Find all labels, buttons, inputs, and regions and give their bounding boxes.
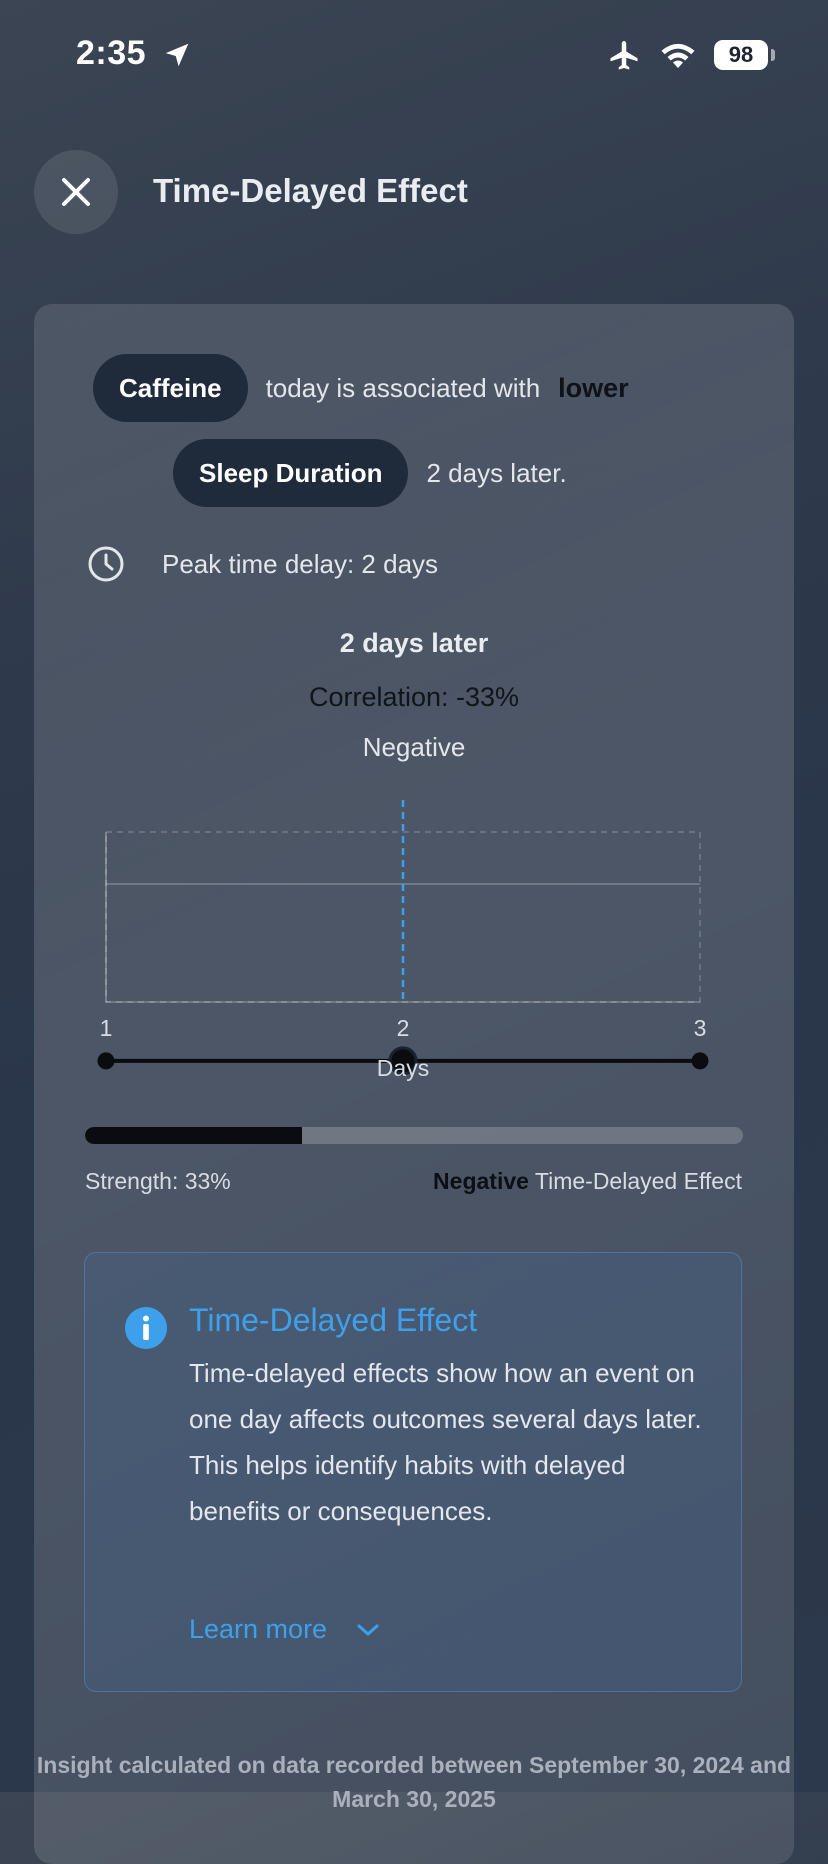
selected-lag-title: 2 days later <box>339 628 489 658</box>
footer-date-range: Insight calculated on data recorded betw… <box>36 1752 792 1812</box>
effect-type-bold: Negative <box>433 1168 529 1194</box>
location-arrow-icon <box>165 43 189 67</box>
battery-icon: 98 <box>714 40 768 70</box>
status-time: 2:35 <box>76 34 147 72</box>
battery-tip <box>771 49 775 61</box>
clock-icon <box>88 546 124 582</box>
x-axis-label: Days <box>377 1055 429 1081</box>
peak-delay-text: Peak time delay: 2 days <box>162 548 439 579</box>
wifi-icon <box>661 43 695 68</box>
info-icon <box>125 1307 167 1349</box>
battery-level: 98 <box>728 42 754 67</box>
close-button[interactable] <box>34 150 118 234</box>
info-title: Time-Delayed Effect <box>189 1302 478 1338</box>
sentence-row-2: Sleep Duration 2 days later. <box>173 439 567 507</box>
effect-pill[interactable]: Sleep Duration <box>173 439 409 507</box>
learn-more-label: Learn more <box>189 1614 328 1644</box>
sentence-row-1: Caffeine today is associated with lower <box>93 354 629 422</box>
chart-plot-frame <box>105 831 701 1003</box>
effect-type-label: Negative Time-Delayed Effect <box>433 1168 742 1195</box>
peak-delay-row: Peak time delay: 2 days <box>86 544 438 584</box>
cause-pill[interactable]: Caffeine <box>93 354 248 422</box>
direction-word: lower <box>558 372 629 403</box>
learn-more-button[interactable]: Learn more <box>189 1614 381 1645</box>
chevron-down-icon <box>357 1624 379 1635</box>
data-point[interactable] <box>691 1052 709 1070</box>
data-point[interactable] <box>97 1052 115 1070</box>
time-delay-chart[interactable]: 1 2 3 Days <box>0 800 828 1090</box>
x-tick-label: 2 <box>397 1015 410 1041</box>
effect-type-rest: Time-Delayed Effect <box>534 1168 742 1194</box>
strength-bar-fill <box>85 1127 303 1144</box>
x-tick-label: 3 <box>694 1015 707 1041</box>
airplane-icon <box>610 41 638 70</box>
info-body: Time-delayed effects show how an event o… <box>189 1358 702 1526</box>
strength-bar <box>85 1127 743 1144</box>
status-bar: 2:35 98 <box>0 0 828 110</box>
sentence-connector: today is associated with <box>265 372 541 403</box>
direction-text: Negative <box>362 732 466 762</box>
close-icon <box>62 178 90 206</box>
x-tick-label: 1 <box>100 1015 113 1041</box>
strength-label: Strength: 33% <box>85 1168 231 1194</box>
page-title: Time-Delayed Effect <box>153 172 468 209</box>
delay-text: 2 days later. <box>426 457 567 488</box>
correlation-text: Correlation: -33% <box>308 682 520 712</box>
